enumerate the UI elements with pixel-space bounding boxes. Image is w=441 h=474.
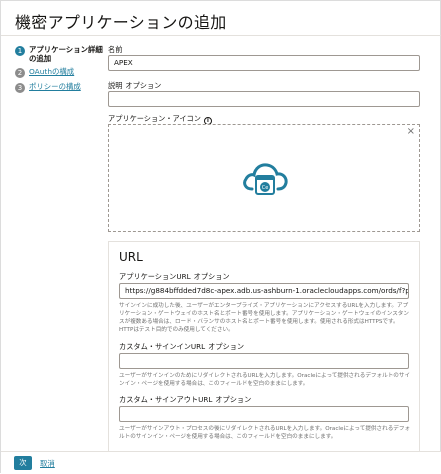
step-2-link[interactable]: OAuthの構成 bbox=[29, 67, 74, 76]
app-url-input[interactable]: https://g884bffdded7d8c-apex.adb.us-ashb… bbox=[119, 283, 409, 299]
signin-url-label: カスタム・サインインURL オプション bbox=[119, 342, 244, 352]
description-label: 説明 オプション bbox=[108, 81, 161, 91]
description-label-text: 説明 bbox=[108, 81, 123, 90]
cloud-app-icon: Ce bbox=[243, 163, 288, 195]
app-icon-dropzone[interactable]: × Ce bbox=[108, 124, 420, 232]
app-url-label-text: アプリケーションURL bbox=[119, 272, 191, 281]
step-2[interactable]: 2 OAuthの構成 bbox=[15, 67, 107, 78]
name-label: 名前 bbox=[108, 45, 123, 54]
signin-url-input[interactable] bbox=[119, 353, 409, 369]
signout-url-label: カスタム・サインアウトURL オプション bbox=[119, 395, 251, 405]
step-2-number: 2 bbox=[15, 68, 25, 78]
description-optional: オプション bbox=[125, 81, 162, 90]
cancel-link[interactable]: 取消 bbox=[40, 458, 55, 469]
app-url-optional: オプション bbox=[193, 272, 230, 281]
name-input[interactable]: APEX bbox=[108, 55, 420, 71]
app-url-help: サインインに成功した後、ユーザーがエンタープライズ・アプリケーションにアクセスす… bbox=[119, 303, 409, 333]
title-divider bbox=[1, 35, 441, 36]
app-icon-label-text: アプリケーション・アイコン bbox=[108, 114, 201, 123]
app-url-label: アプリケーションURL オプション bbox=[119, 272, 230, 282]
dialog: 機密アプリケーションの追加 1 アプリケーション詳細の追加 2 OAuthの構成… bbox=[0, 0, 441, 474]
step-3[interactable]: 3 ポリシーの構成 bbox=[15, 82, 107, 93]
signout-url-input[interactable] bbox=[119, 406, 409, 422]
step-1-label: アプリケーション詳細の追加 bbox=[29, 45, 103, 63]
page-title: 機密アプリケーションの追加 bbox=[15, 13, 227, 32]
cloud-app-badge: Ce bbox=[262, 185, 269, 191]
step-1: 1 アプリケーション詳細の追加 bbox=[15, 45, 107, 63]
signin-url-help: ユーザーがサインインのためにリダイレクトされるURLを入力します。Oracleに… bbox=[119, 373, 411, 387]
signin-url-label-text: カスタム・サインインURL bbox=[119, 342, 206, 351]
signout-url-label-text: カスタム・サインアウトURL bbox=[119, 395, 213, 404]
dialog-footer: 次 取消 bbox=[1, 451, 441, 474]
step-3-link[interactable]: ポリシーの構成 bbox=[29, 82, 81, 91]
url-section: URL アプリケーションURL オプション https://g884bffdded… bbox=[108, 241, 420, 451]
url-heading: URL bbox=[119, 250, 143, 264]
close-icon[interactable]: × bbox=[407, 126, 415, 137]
description-input[interactable] bbox=[108, 91, 420, 107]
signout-url-help: ユーザーがサインアウト・プロセスの後にリダイレクトされるURLを入力します。Or… bbox=[119, 426, 411, 440]
next-button[interactable]: 次 bbox=[14, 456, 32, 470]
step-navigation: 1 アプリケーション詳細の追加 2 OAuthの構成 3 ポリシーの構成 bbox=[15, 45, 107, 97]
step-1-number: 1 bbox=[15, 46, 25, 56]
signin-url-optional: オプション bbox=[208, 342, 245, 351]
signout-url-optional: オプション bbox=[215, 395, 252, 404]
step-3-number: 3 bbox=[15, 83, 25, 93]
